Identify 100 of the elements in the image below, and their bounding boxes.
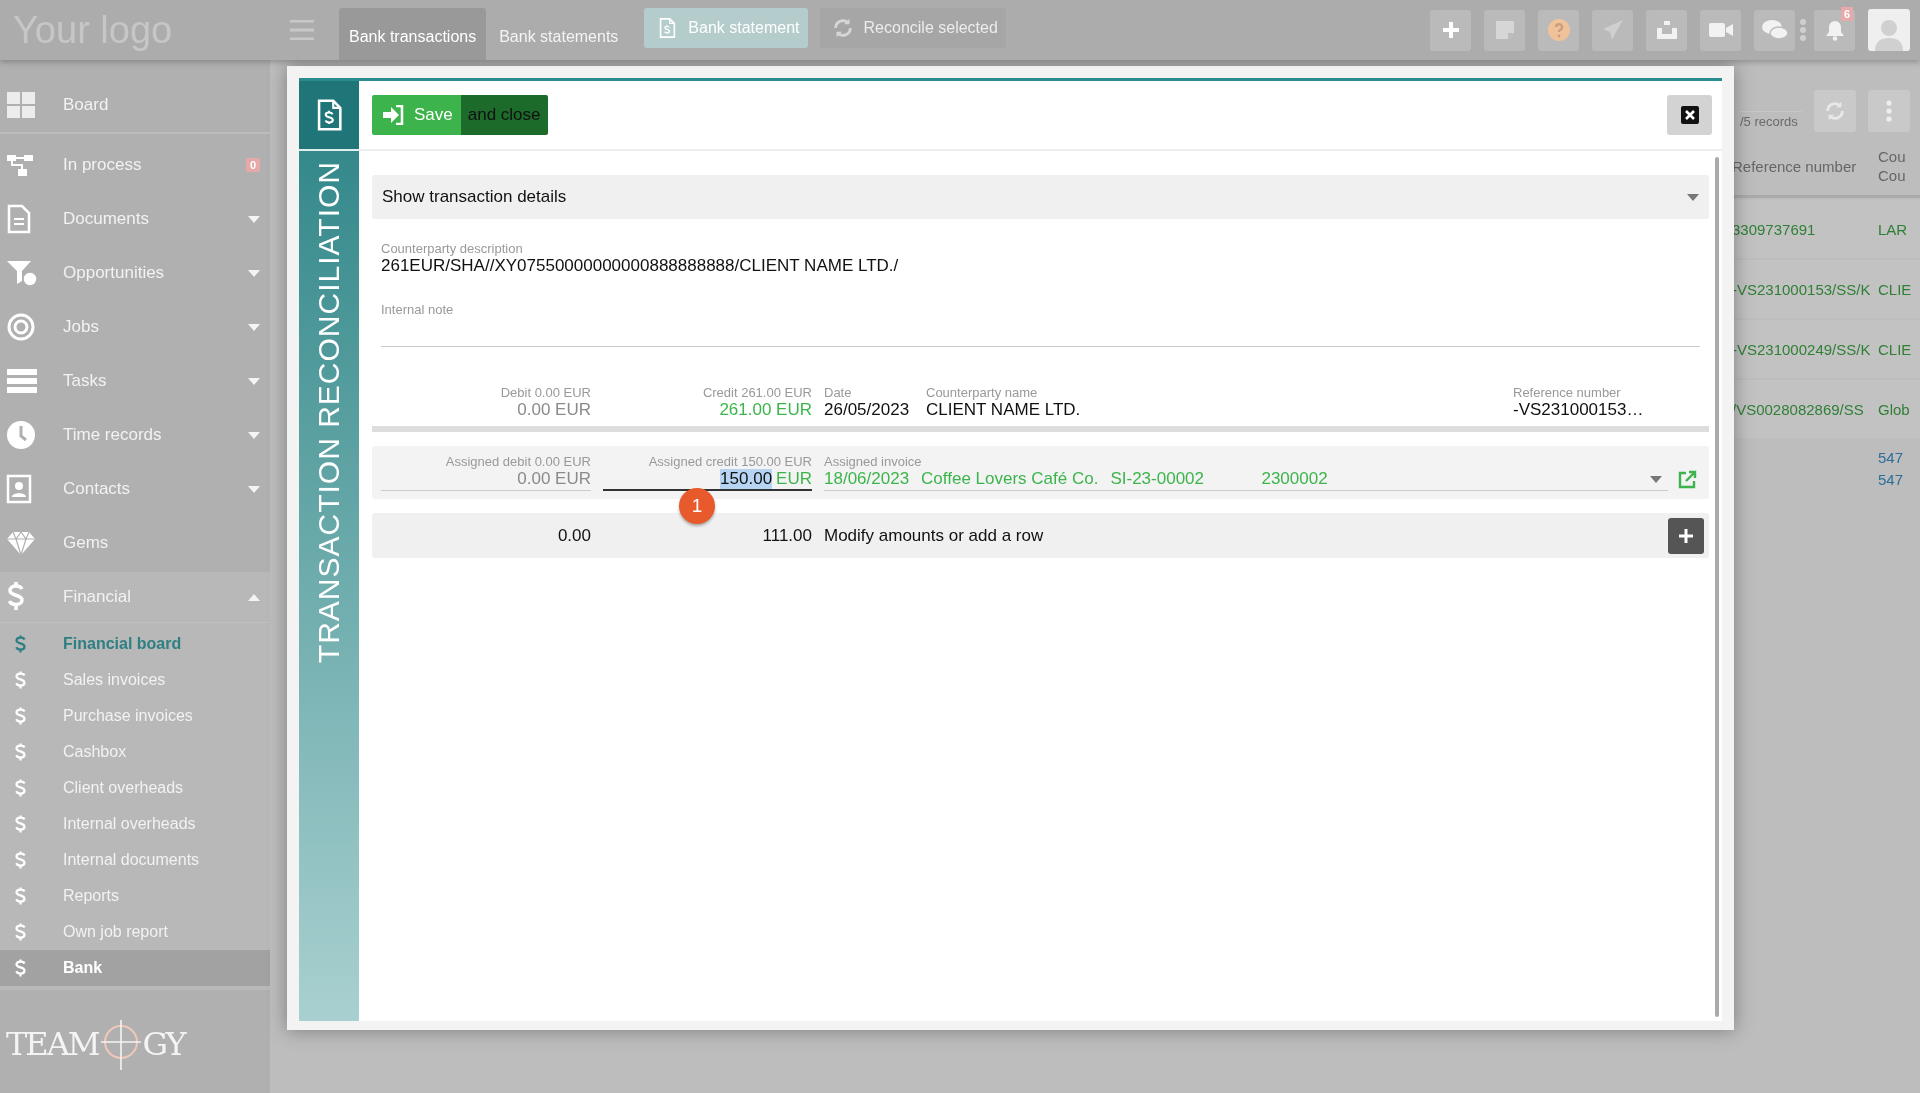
column-header[interactable]: Reference number xyxy=(1732,156,1878,176)
assigned-credit-field[interactable]: 150.00 EUR xyxy=(603,469,812,491)
submenu-item[interactable]: Own job report xyxy=(0,914,270,950)
sidebar-label: Time records xyxy=(63,425,162,445)
external-link-icon[interactable] xyxy=(1677,470,1697,490)
caret-icon xyxy=(1650,475,1662,483)
dashboard-icon xyxy=(6,91,36,119)
send-button[interactable] xyxy=(1592,9,1633,51)
sidebar-label: In process xyxy=(63,155,142,175)
menu-icon[interactable] xyxy=(290,20,314,40)
field-label: Debit 0.00 EUR xyxy=(500,385,591,400)
field-label: Credit 261.00 EUR xyxy=(702,385,812,400)
submenu-item[interactable]: Reports xyxy=(0,878,270,914)
field-label: Assigned debit 0.00 EUR xyxy=(445,454,591,469)
invoice-select[interactable]: 18/06/2023 Coffee Lovers Café Co. SI-23-00002 2300002 xyxy=(824,469,1668,491)
tab[interactable]: Bank transactions xyxy=(339,8,487,60)
submenu-item[interactable]: Bank xyxy=(0,950,270,986)
dollar-icon xyxy=(15,743,26,761)
sidebar-item[interactable]: Documents xyxy=(0,192,270,246)
inbox-button[interactable] xyxy=(1646,9,1687,51)
dollar-icon xyxy=(15,923,26,941)
video-button[interactable] xyxy=(1700,9,1741,51)
table-cell-text: Glob xyxy=(1878,400,1911,418)
clock-icon xyxy=(6,420,36,450)
plus-button[interactable] xyxy=(1430,9,1471,51)
refresh-icon xyxy=(831,17,854,39)
credit-amount: 261.00 EUR xyxy=(719,400,812,420)
note-button[interactable] xyxy=(1484,9,1525,51)
remaining-credit: 111.00 xyxy=(761,525,812,546)
sidebar-label: Opportunities xyxy=(63,263,165,283)
dollar-icon xyxy=(15,707,26,725)
column-header[interactable]: Cou Cou xyxy=(1878,147,1920,185)
submenu-item[interactable]: Internal documents xyxy=(0,842,270,878)
field-label: Reference number xyxy=(1513,385,1622,400)
inbox-icon xyxy=(1654,18,1679,42)
sign-in-icon xyxy=(382,105,404,125)
dollar-icon xyxy=(15,635,26,653)
table-cell-text: -VS231000249/SS/K xyxy=(1732,340,1872,358)
assigned-debit-field[interactable]: 0.00 EUR xyxy=(517,469,591,489)
field-label: Assigned credit 150.00 EUR xyxy=(648,454,812,469)
remaining-debit: 0.00 xyxy=(556,525,591,546)
sidebar-label: Documents xyxy=(63,209,149,229)
table-cell-text: -VS231000153/SS/K xyxy=(1732,280,1872,298)
field-label: Counterparty description xyxy=(381,241,524,256)
table-cell-text: LAR xyxy=(1878,220,1909,238)
help-button[interactable] xyxy=(1538,9,1579,51)
side-title: TRANSACTION RECONCILIATION xyxy=(312,160,346,664)
sidebar-label: Board xyxy=(63,95,109,115)
sidebar-item[interactable]: Financial xyxy=(0,572,270,623)
field-label: Assigned invoice xyxy=(824,454,923,469)
refresh-icon xyxy=(1824,100,1846,122)
sidebar-item[interactable]: Tasks xyxy=(0,354,270,408)
submenu-item[interactable]: Client overheads xyxy=(0,770,270,806)
dollar-icon xyxy=(15,779,26,797)
chat-icon xyxy=(1760,19,1789,41)
sidebar-label: Gems xyxy=(63,533,109,553)
sidebar-item[interactable]: Board xyxy=(0,78,270,134)
counterparty-name: CLIENT NAME LTD. xyxy=(926,400,1082,420)
step-marker: 1 xyxy=(679,488,715,524)
sidebar-item[interactable]: Opportunities xyxy=(0,246,270,300)
submenu-item[interactable]: Internal overheads xyxy=(0,806,270,842)
note-icon xyxy=(1493,19,1516,41)
sidebar-item[interactable]: Gems xyxy=(0,516,270,570)
sidebar-item[interactable]: Jobs xyxy=(0,300,270,354)
gem-icon xyxy=(6,530,36,556)
save-and-close-button[interactable]: Save and close xyxy=(372,95,548,135)
dollar-icon xyxy=(15,815,26,833)
add-row-button[interactable] xyxy=(1668,517,1704,554)
tab[interactable]: Bank statements xyxy=(489,8,629,60)
modify-hint: Modify amounts or add a row xyxy=(824,525,1044,546)
transaction-date: 26/05/2023 xyxy=(824,400,911,420)
flowchart-icon xyxy=(6,153,36,177)
submenu-item[interactable]: Sales invoices xyxy=(0,662,270,698)
funnel-icon xyxy=(6,259,38,287)
submenu-item[interactable]: Financial board xyxy=(0,626,270,662)
reference-number: -VS231000153… xyxy=(1513,400,1645,420)
chat-button[interactable] xyxy=(1754,9,1795,51)
more-button[interactable] xyxy=(1868,90,1910,132)
currency: EUR xyxy=(776,469,812,489)
bank-statement-button[interactable]: Bank statement xyxy=(644,8,808,48)
notifications-button[interactable]: 6 xyxy=(1814,9,1855,51)
more-icon[interactable] xyxy=(1799,18,1807,42)
refresh-button[interactable] xyxy=(1814,90,1856,132)
selected-amount: 150.00 xyxy=(720,469,773,489)
sidebar-label: Jobs xyxy=(63,317,99,337)
close-button[interactable] xyxy=(1667,95,1712,135)
avatar[interactable] xyxy=(1868,9,1910,51)
table-cell-text: 3309737691 xyxy=(1732,220,1817,238)
submenu-item[interactable]: Purchase invoices xyxy=(0,698,270,734)
table-cell-text: CLIE xyxy=(1878,340,1913,358)
details-toggle[interactable]: Show transaction details xyxy=(372,175,1709,219)
sidebar-item[interactable]: Time records xyxy=(0,408,270,462)
table-cell-text: 547 547 xyxy=(1878,448,1905,490)
submenu-item[interactable]: Cashbox xyxy=(0,734,270,770)
sidebar-label: Tasks xyxy=(63,371,107,391)
table-cell-text: /VS0028082869/SS xyxy=(1732,400,1865,418)
counterparty-description: 261EUR/SHA//XY07550000000000888888888/CLIENT NAME LTD./ xyxy=(381,256,900,276)
dollar-icon xyxy=(15,671,26,689)
sidebar-item[interactable]: In process 0 xyxy=(0,138,270,192)
sidebar-item[interactable]: Contacts xyxy=(0,462,270,516)
